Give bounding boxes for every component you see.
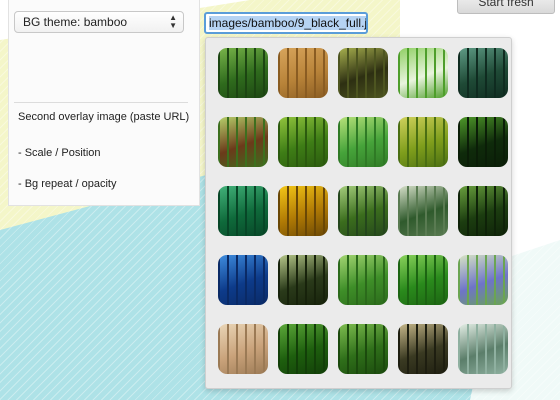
thumbnail-bamboo-5[interactable] bbox=[458, 48, 508, 98]
thumbnail-bamboo-8[interactable] bbox=[338, 117, 388, 167]
thumbnail-bamboo-19[interactable] bbox=[398, 255, 448, 305]
thumbnail-bamboo-21[interactable] bbox=[218, 324, 268, 374]
thumbnail-bamboo-3[interactable] bbox=[338, 48, 388, 98]
thumbnail-bamboo-6[interactable] bbox=[218, 117, 268, 167]
thumbnail-bamboo-25[interactable] bbox=[458, 324, 508, 374]
thumbnail-bamboo-7[interactable] bbox=[278, 117, 328, 167]
thumbnail-bamboo-9[interactable] bbox=[398, 117, 448, 167]
thumbnail-bamboo-12[interactable] bbox=[278, 186, 328, 236]
scale-position-label[interactable]: - Scale / Position bbox=[18, 147, 101, 159]
bg-url-input[interactable]: images/bamboo/9_black_full.jp bbox=[204, 12, 368, 34]
thumbnail-bamboo-1[interactable] bbox=[218, 48, 268, 98]
thumbnail-bamboo-22[interactable] bbox=[278, 324, 328, 374]
start-fresh-button[interactable]: Start fresh bbox=[457, 0, 555, 14]
thumbnail-bamboo-13[interactable] bbox=[338, 186, 388, 236]
theme-select-value: BG theme: bamboo bbox=[23, 15, 128, 29]
thumbnail-bamboo-20[interactable] bbox=[458, 255, 508, 305]
thumbnail-bamboo-23[interactable] bbox=[338, 324, 388, 374]
bg-repeat-label[interactable]: - Bg repeat / opacity bbox=[18, 178, 116, 190]
thumbnail-bamboo-18[interactable] bbox=[338, 255, 388, 305]
theme-select[interactable]: BG theme: bamboo ▲ ▼ bbox=[14, 11, 184, 33]
thumbnail-bamboo-14[interactable] bbox=[398, 186, 448, 236]
thumbnail-bamboo-24[interactable] bbox=[398, 324, 448, 374]
thumbnail-bamboo-10[interactable] bbox=[458, 117, 508, 167]
bg-url-input-value: images/bamboo/9_black_full.jp bbox=[209, 16, 366, 30]
thumbnail-bamboo-4[interactable] bbox=[398, 48, 448, 98]
thumbnail-bamboo-2[interactable] bbox=[278, 48, 328, 98]
thumbnail-bamboo-11[interactable] bbox=[218, 186, 268, 236]
chevron-updown-icon: ▲ ▼ bbox=[169, 13, 177, 30]
thumbnail-bamboo-17[interactable] bbox=[278, 255, 328, 305]
divider bbox=[14, 102, 188, 103]
thumbnail-bamboo-15[interactable] bbox=[458, 186, 508, 236]
image-picker-popup bbox=[205, 37, 512, 389]
overlay-image-label[interactable]: Second overlay image (paste URL) bbox=[18, 111, 189, 123]
thumbnail-bamboo-16[interactable] bbox=[218, 255, 268, 305]
